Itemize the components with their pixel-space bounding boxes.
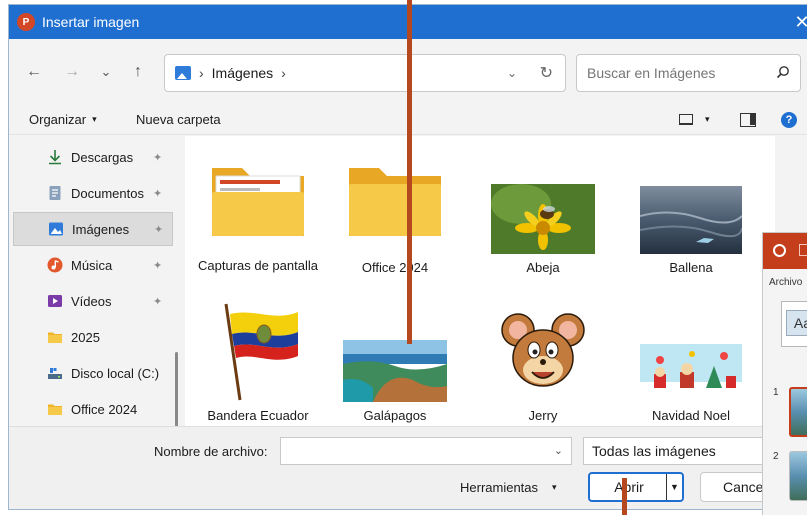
download-icon (49, 150, 61, 165)
new-folder-button[interactable]: Nueva carpeta (136, 112, 221, 127)
sidebar-item-label: 2025 (71, 329, 100, 345)
open-label: Abrir (614, 479, 644, 495)
sidebar-item-2025[interactable]: 2025 (13, 320, 173, 354)
theme-thumbnail[interactable]: Aa (781, 301, 807, 347)
preview-pane-icon[interactable] (740, 112, 756, 127)
pin-icon: ✦ (153, 259, 163, 272)
navigation-pane: Descargas ✦ Documentos ✦ Imágenes ✦ Músi… (9, 136, 179, 442)
document-icon (49, 186, 61, 200)
sidebar-item-label: Vídeos (71, 293, 112, 309)
annotation-line-open (622, 478, 627, 515)
image-icon (49, 222, 63, 236)
pin-icon: ✦ (153, 187, 163, 200)
file-name: Bandera Ecuador (207, 408, 309, 423)
whale-photo (640, 186, 742, 254)
file-name: Navidad Noel (651, 408, 731, 423)
dialog-footer: Nombre de archivo: ⌄ Todas las imágenes … (9, 426, 807, 509)
powerpoint-window: Archivo Aa 1 2 (762, 232, 807, 515)
folder-icon (48, 332, 62, 343)
filename-field[interactable]: ⌄ (280, 437, 572, 465)
filename-label: Nombre de archivo: (154, 444, 268, 459)
folder-icon (212, 168, 304, 236)
sidebar-item-downloads[interactable]: Descargas ✦ (13, 140, 173, 174)
file-name: Galápagos (363, 408, 427, 423)
sidebar-item-videos[interactable]: Vídeos ✦ (13, 284, 173, 318)
recent-locations-button[interactable]: ⌄ (95, 61, 117, 83)
open-button[interactable]: Abrir ▼ (588, 472, 684, 502)
chevron-down-icon: ▾ (552, 482, 557, 492)
up-button[interactable]: ↑ (127, 61, 149, 83)
file-name: Office 2024 (361, 260, 429, 275)
galapagos-photo (343, 340, 447, 402)
search-input[interactable] (587, 65, 767, 81)
powerpoint-title-bar (763, 233, 807, 269)
sidebar-item-local-disk[interactable]: Disco local (C:) (13, 356, 173, 390)
sidebar-item-label: Imágenes (72, 221, 130, 237)
folder-icon (349, 168, 441, 236)
pin-icon: ✦ (154, 223, 164, 236)
slide-number: 1 (773, 387, 779, 398)
file-name: Abeja (526, 260, 560, 275)
pin-icon: ✦ (153, 295, 163, 308)
drive-icon (48, 368, 62, 379)
file-name: Ballena (669, 260, 713, 275)
view-icon (679, 114, 693, 125)
breadcrumb-pictures[interactable]: Imágenes (212, 65, 273, 81)
dialog-title: Insertar imagen (42, 14, 140, 30)
view-options-button[interactable]: ▾ (679, 114, 710, 125)
sidebar-item-label: Descargas (71, 149, 134, 165)
address-bar[interactable]: › Imágenes › ⌄ ↻ (164, 54, 566, 92)
sidebar-item-label: Música (71, 257, 113, 273)
video-icon (48, 295, 62, 307)
folder-icon (48, 404, 62, 415)
chevron-right-icon: › (199, 65, 204, 81)
powerpoint-app-icon: P (17, 13, 35, 31)
sidebar-item-office-2024[interactable]: Office 2024 (13, 392, 173, 426)
sidebar-item-pictures[interactable]: Imágenes ✦ (13, 212, 173, 246)
back-button[interactable]: ← (23, 61, 45, 83)
music-icon (47, 257, 63, 273)
help-icon[interactable]: ? (781, 111, 797, 128)
sidebar-item-label: Office 2024 (71, 401, 138, 417)
file-list: Capturas de pantalla Office 2024 Abeja B… (185, 136, 775, 426)
sidebar-item-label: Documentos (71, 185, 144, 201)
theme-font-sample: Aa (786, 310, 807, 336)
bee-photo (491, 184, 595, 254)
close-button[interactable]: ✕ (790, 5, 807, 39)
flag-photo (214, 300, 302, 402)
powerpoint-logo-icon (773, 244, 786, 257)
chevron-down-icon: ▾ (92, 114, 97, 124)
open-options-chevron-icon[interactable]: ▼ (666, 474, 682, 500)
search-icon[interactable] (776, 65, 790, 79)
filename-input[interactable] (281, 438, 541, 464)
tools-label: Herramientas (460, 480, 539, 495)
pictures-icon (175, 66, 191, 80)
file-menu-tab[interactable]: Archivo (769, 277, 802, 288)
slide-thumbnail-1[interactable] (789, 387, 807, 437)
chevron-right-icon[interactable]: › (281, 65, 286, 81)
organize-button[interactable]: Organizar ▾ (29, 112, 97, 127)
slide-number: 2 (773, 451, 779, 462)
chevron-down-icon[interactable]: ⌄ (554, 444, 563, 457)
refresh-icon[interactable]: ↻ (540, 63, 553, 83)
sidebar-item-music[interactable]: Música ✦ (13, 248, 173, 282)
file-type-value: Todas las imágenes (592, 443, 716, 459)
jerry-photo (492, 300, 594, 402)
slide-thumbnail-2[interactable] (789, 451, 807, 501)
address-dropdown-icon[interactable]: ⌄ (507, 66, 517, 80)
christmas-photo (640, 344, 742, 402)
chevron-down-icon: ▾ (705, 114, 710, 124)
forward-button[interactable]: → (61, 61, 83, 83)
save-icon[interactable] (799, 244, 807, 256)
annotation-line-galapagos (407, 0, 412, 344)
sidebar-item-documents[interactable]: Documentos ✦ (13, 176, 173, 210)
pin-icon: ✦ (153, 151, 163, 164)
file-name: Jerry (528, 408, 558, 423)
tools-button[interactable]: Herramientas ▾ (460, 480, 557, 495)
search-box[interactable] (576, 54, 801, 92)
organize-label: Organizar (29, 112, 87, 127)
file-name: Capturas de pantalla (198, 258, 318, 273)
sidebar-item-label: Disco local (C:) (71, 365, 160, 381)
